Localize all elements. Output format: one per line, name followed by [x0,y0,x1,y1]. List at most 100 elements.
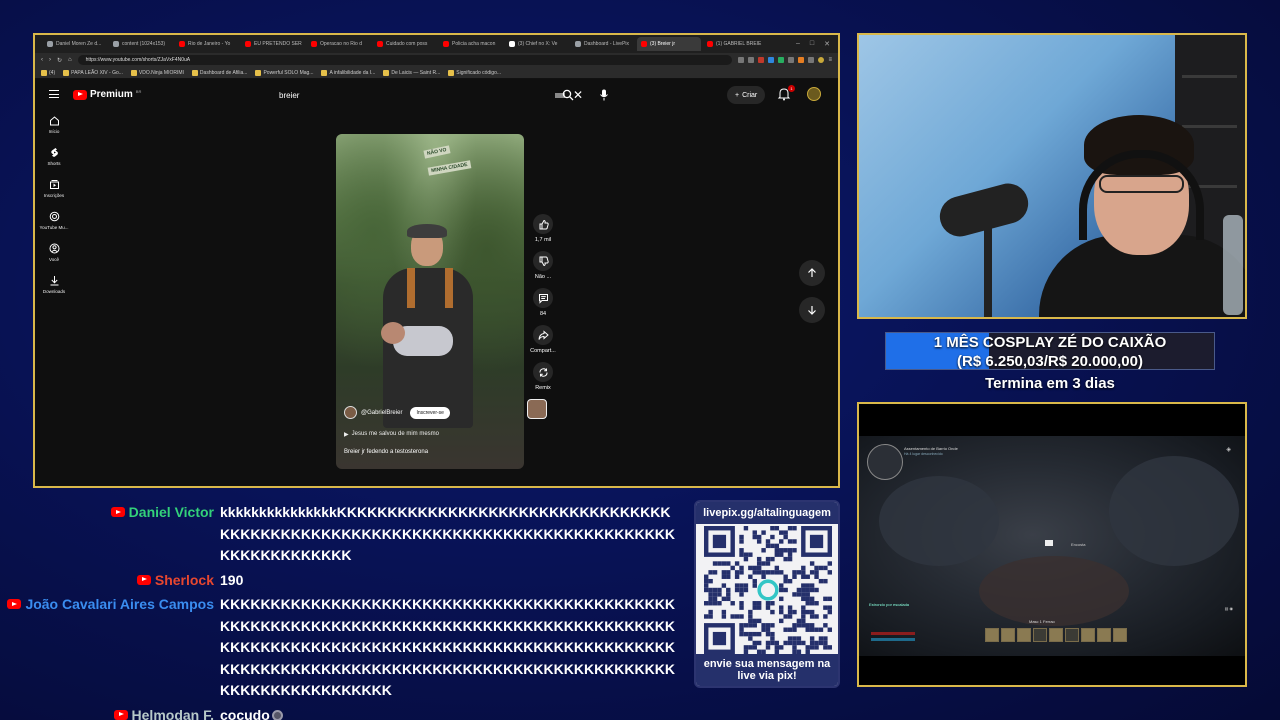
voice-search-button[interactable] [593,84,615,106]
qr-module [809,636,815,641]
reload-icon[interactable]: ↻ [57,57,62,64]
bookmark-item[interactable]: Dashboard de Afilia... [191,69,247,76]
bookmark-item[interactable]: Powerful SOLO Mag... [255,69,314,76]
remix-icon [539,367,547,377]
browser-tab[interactable]: (1) GABRIEL BREIE [703,37,767,51]
channel-name[interactable]: @GabrielBreier [361,410,402,416]
guide-item-downloads[interactable]: Downloads [35,275,73,294]
browser-tab[interactable]: Cuidado com poss [373,37,437,51]
extension-icon[interactable] [788,57,795,63]
extension-icon[interactable] [748,57,755,63]
like-button[interactable]: 1,7 mil [527,214,559,243]
extension-icon[interactable] [778,57,785,63]
browser-tab[interactable]: Rio de Janeiro - Yo [175,37,239,51]
arrow-down-icon [808,306,816,315]
qr-module [748,609,753,615]
game-notice: Estrondo por escalada [869,602,910,607]
livepix-cta: envie sua mensagem na live via pix! [696,654,838,686]
profile-icon[interactable] [818,57,825,63]
remix-button[interactable]: Remix [527,362,559,391]
extension-icon[interactable] [798,57,805,63]
home-icon[interactable]: ⌂ [68,57,72,63]
bookmark-item[interactable]: Significado código... [448,69,501,76]
hamburger-menu-icon[interactable] [49,90,59,98]
menu-icon[interactable]: ≡ [828,57,832,63]
qr-module [739,587,744,593]
guide-item-youtube-mu-[interactable]: YouTube Mu... [35,211,73,230]
create-button[interactable]: + Criar [727,86,766,104]
bookmark-label: Powerful SOLO Mag... [263,69,314,76]
person-cap [407,224,447,238]
close-window-icon[interactable]: ✕ [824,40,830,48]
channel-avatar[interactable] [344,406,357,419]
browser-tab[interactable]: Daniel Moren Ze d... [43,37,107,51]
search-value[interactable]: breier [273,91,555,100]
qr-module [823,636,828,641]
subscribe-button[interactable]: Inscrever-se [410,406,450,419]
qr-module [752,631,757,637]
notifications-button[interactable]: 1 [777,85,795,103]
qr-module [796,623,802,628]
qr-module [814,601,819,606]
bookmark-label: A infalibilidade da I... [329,69,376,76]
guide-item-voc-[interactable]: Você [35,243,73,262]
guide-item-in-cio[interactable]: Início [35,115,73,134]
qr-module [730,614,735,619]
share-button[interactable]: Compart... [527,325,559,354]
qr-module [717,601,722,606]
youtube-logo[interactable]: Premium BR [73,89,141,100]
qr-module [765,645,771,650]
qr-module [704,583,709,588]
guide-item-inscri-es[interactable]: Inscrições [35,179,73,198]
back-icon[interactable]: ‹ [41,57,43,63]
qr-module [801,587,806,593]
music-row[interactable]: ▶ Jesus me salvou de mim mesmo [344,431,439,438]
short-video-player[interactable]: NÃO VO MINHA CIDADE @GabrielBreier Inscr… [336,134,524,469]
qr-module [739,614,744,619]
qr-module [717,592,722,597]
qr-module [783,534,788,540]
browser-tab[interactable]: Dashboard - LivePix [571,37,635,51]
goal-amount: (R$ 6.250,03/R$ 20.000,00) [957,353,1143,370]
forward-icon[interactable]: › [49,57,51,63]
account-avatar[interactable] [807,87,821,101]
qr-module [770,640,775,646]
dislike-button[interactable]: Não ... [527,251,559,280]
bookmark-item[interactable]: PAPA LEÃO XIV - Go... [63,69,123,76]
minimize-icon[interactable]: – [796,40,800,48]
extension-icon[interactable] [768,57,775,63]
bookmark-item[interactable]: (4) [41,69,55,76]
guide-item-shorts[interactable]: Shorts [35,147,73,166]
browser-tab[interactable]: (3) Chief no X: Ve [505,37,569,51]
qr-module [752,565,757,571]
browser-tab[interactable]: Operacao no Rio d [307,37,371,51]
url-field[interactable]: https://www.youtube.com/shorts/ZJaVxF4N0… [77,55,733,65]
extension-icon[interactable] [738,57,745,63]
bookmark-label: De Laicis — Saint R... [391,69,441,76]
next-short-button[interactable] [799,297,825,323]
audio-thumbnail[interactable] [527,399,547,419]
maximize-icon[interactable]: □ [810,40,814,48]
bookmark-item[interactable]: De Laicis — Saint R... [383,69,441,76]
qr-module [779,587,784,593]
browser-tab[interactable]: (3) Breier jr [637,37,701,51]
previous-short-button[interactable] [799,260,825,286]
comment-button[interactable]: 84 [527,288,559,317]
search-input[interactable]: breier ✕ [273,85,591,105]
bookmark-item[interactable]: VDO.Ninja MIORIMI [130,69,184,76]
search-button[interactable] [557,84,579,106]
goal-ends-text: Termina em 3 dias [985,375,1115,392]
browser-capture: Daniel Moren Ze d... content (1024x153) Ri… [33,33,840,488]
chat-text: 190 [220,571,244,588]
qr-module [708,570,713,575]
bookmark-item[interactable]: A infalibilidade da I... [321,69,376,76]
extension-icon[interactable] [808,57,815,63]
qr-module [756,631,762,637]
browser-tab[interactable]: Policia acha macon [439,37,503,51]
extension-icon[interactable] [758,57,765,63]
browser-tab[interactable]: EU PRETENDO SER [241,37,305,51]
qr-module [748,574,753,579]
qr-module [814,645,819,650]
cave-rock [1109,456,1239,566]
browser-tab[interactable]: content (1024x153) [109,37,173,51]
